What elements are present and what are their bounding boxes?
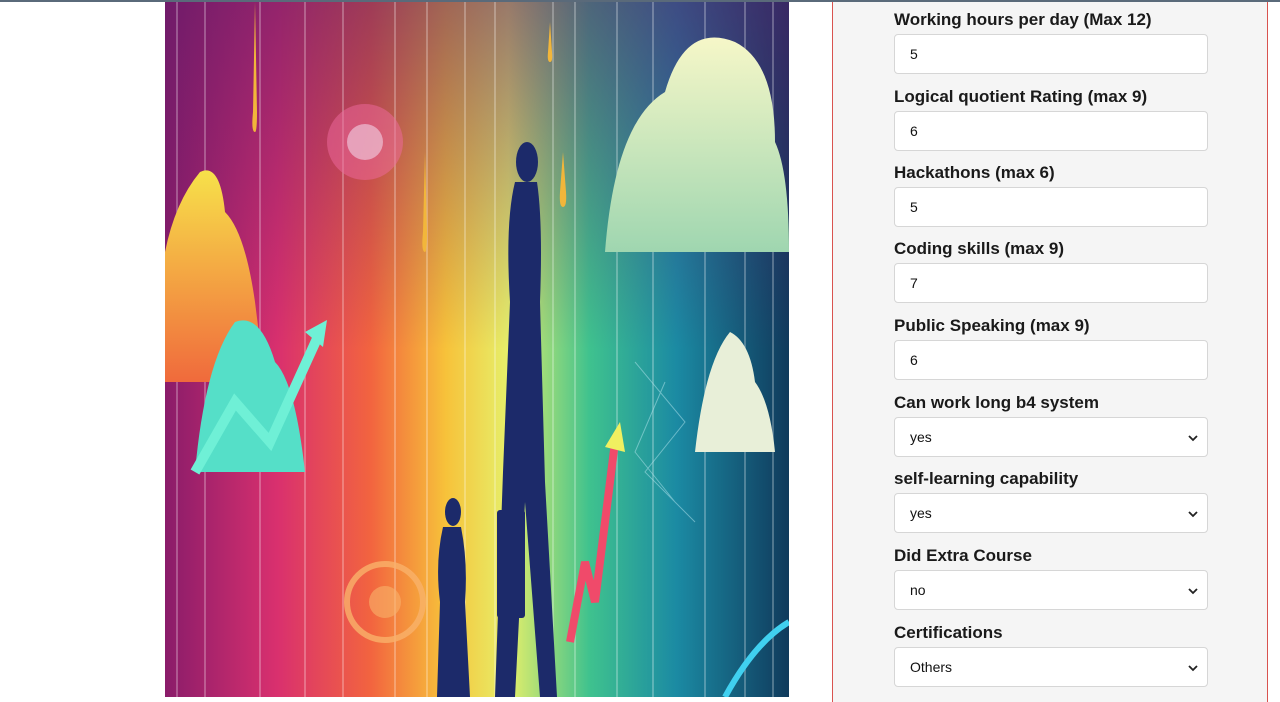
- prediction-form-panel: Working hours per day (Max 12) 5 Logical…: [832, 2, 1268, 702]
- work-long-field: Can work long b4 system yes: [894, 393, 1208, 457]
- chevron-down-icon: [1188, 665, 1198, 672]
- self-learning-value: yes: [910, 505, 932, 521]
- working-hours-field: Working hours per day (Max 12) 5: [894, 10, 1208, 74]
- self-learning-select[interactable]: yes: [894, 493, 1208, 533]
- hackathons-field: Hackathons (max 6) 5: [894, 163, 1208, 227]
- self-learning-label: self-learning capability: [894, 469, 1079, 488]
- public-speaking-input[interactable]: 6: [894, 340, 1208, 380]
- self-learning-field: self-learning capability yes: [894, 469, 1208, 533]
- work-long-select[interactable]: yes: [894, 417, 1208, 457]
- extra-course-label: Did Extra Course: [894, 546, 1032, 565]
- coding-skills-field: Coding skills (max 9) 7: [894, 239, 1208, 303]
- hero-illustration: [165, 2, 789, 697]
- work-long-value: yes: [910, 429, 932, 445]
- certifications-field: Certifications Others: [894, 623, 1208, 687]
- work-long-label: Can work long b4 system: [894, 393, 1099, 412]
- chevron-down-icon: [1188, 511, 1198, 518]
- public-speaking-field: Public Speaking (max 9) 6: [894, 316, 1208, 380]
- logical-quotient-value: 6: [910, 123, 918, 139]
- chevron-down-icon: [1188, 588, 1198, 595]
- chevron-down-icon: [1188, 435, 1198, 442]
- certifications-value: Others: [910, 659, 953, 675]
- working-hours-label: Working hours per day (Max 12): [894, 10, 1152, 29]
- logical-quotient-input[interactable]: 6: [894, 111, 1208, 151]
- extra-course-select[interactable]: no: [894, 570, 1208, 610]
- working-hours-input[interactable]: 5: [894, 34, 1208, 74]
- public-speaking-value: 6: [910, 352, 918, 368]
- hackathons-label: Hackathons (max 6): [894, 163, 1055, 182]
- hackathons-input[interactable]: 5: [894, 187, 1208, 227]
- extra-course-value: no: [910, 582, 926, 598]
- logical-quotient-field: Logical quotient Rating (max 9) 6: [894, 87, 1208, 151]
- career-illustration-image: [165, 2, 789, 697]
- certifications-select[interactable]: Others: [894, 647, 1208, 687]
- coding-skills-label: Coding skills (max 9): [894, 239, 1065, 258]
- hackathons-value: 5: [910, 199, 918, 215]
- extra-course-field: Did Extra Course no: [894, 546, 1208, 610]
- coding-skills-value: 7: [910, 275, 918, 291]
- coding-skills-input[interactable]: 7: [894, 263, 1208, 303]
- public-speaking-label: Public Speaking (max 9): [894, 316, 1090, 335]
- working-hours-value: 5: [910, 46, 918, 62]
- certifications-label: Certifications: [894, 623, 1003, 642]
- logical-quotient-label: Logical quotient Rating (max 9): [894, 87, 1148, 106]
